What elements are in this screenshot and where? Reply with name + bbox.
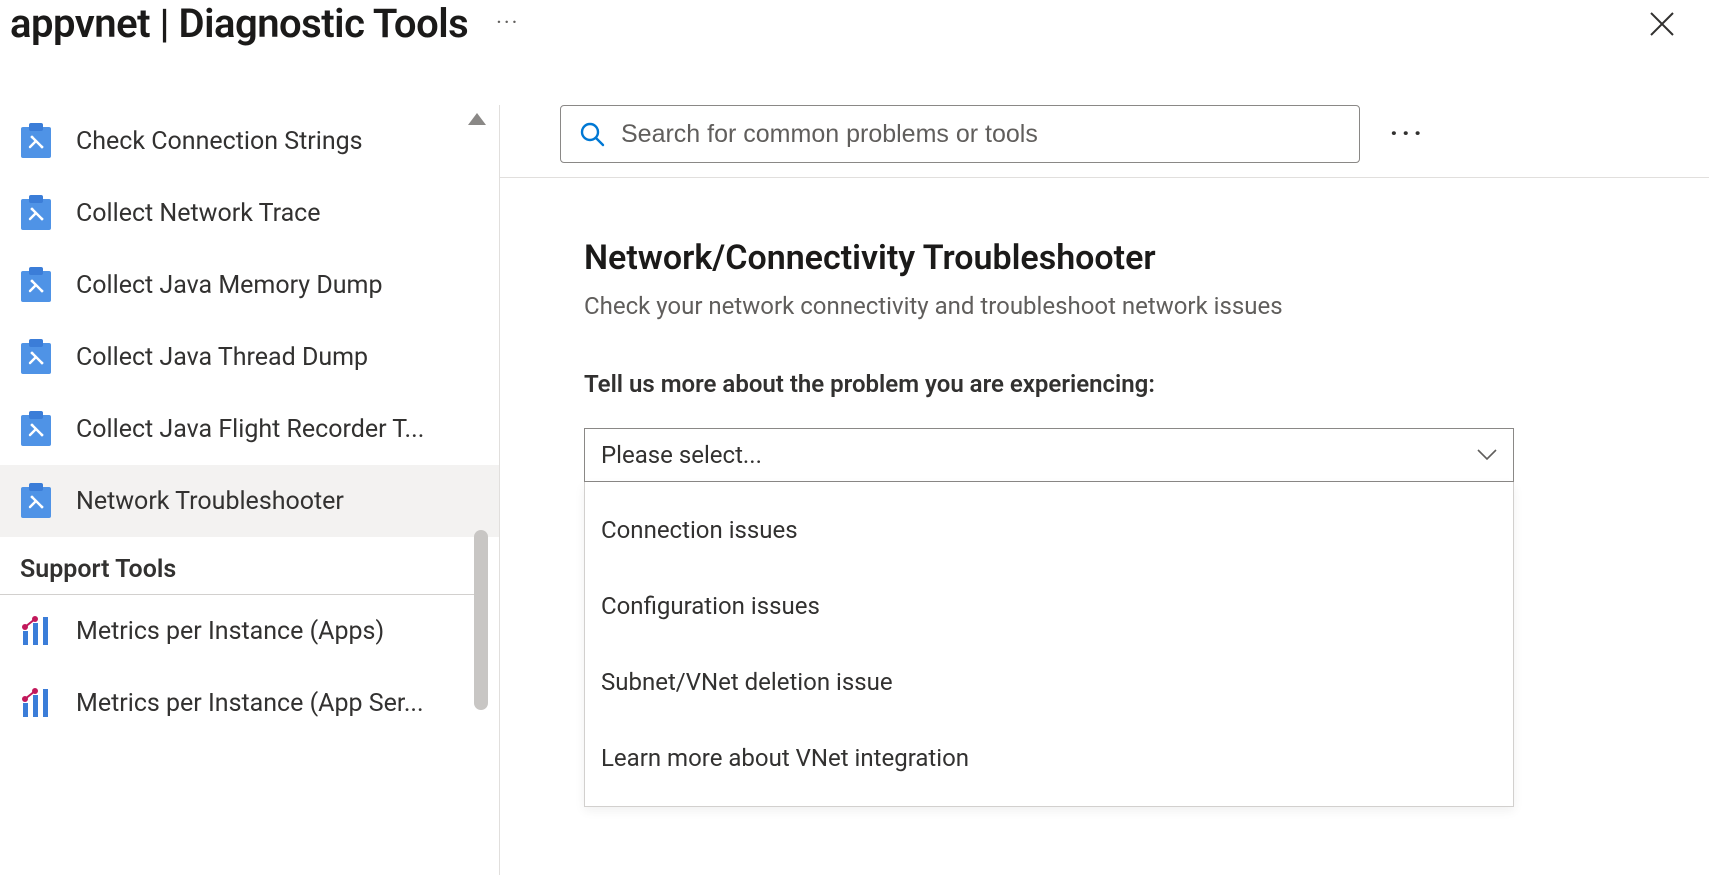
tool-icon bbox=[20, 195, 52, 231]
sidebar-item-label: Collect Network Trace bbox=[76, 199, 321, 228]
tool-icon bbox=[20, 123, 52, 159]
content-subtitle: Check your network connectivity and trou… bbox=[584, 292, 1659, 320]
dropdown-placeholder: Please select... bbox=[601, 441, 762, 469]
main-more-button[interactable]: ··· bbox=[1390, 119, 1426, 149]
tool-icon bbox=[20, 267, 52, 303]
content-title: Network/Connectivity Troubleshooter bbox=[584, 238, 1659, 278]
main-panel: ··· Network/Connectivity Troubleshooter … bbox=[500, 65, 1709, 875]
close-button[interactable] bbox=[1645, 7, 1679, 41]
tool-icon bbox=[20, 339, 52, 375]
sidebar-item-label: Collect Java Thread Dump bbox=[76, 343, 368, 372]
search-icon bbox=[579, 121, 605, 147]
chevron-down-icon bbox=[1477, 449, 1497, 461]
dropdown-list: Connection issues Configuration issues S… bbox=[584, 482, 1514, 807]
chart-icon bbox=[20, 685, 52, 721]
sidebar-item-collect-network-trace[interactable]: Collect Network Trace bbox=[0, 177, 500, 249]
tool-icon bbox=[20, 483, 52, 519]
dropdown-option-subnet-vnet-deletion[interactable]: Subnet/VNet deletion issue bbox=[585, 644, 1513, 720]
scrollbar-thumb[interactable] bbox=[474, 530, 488, 710]
sidebar: Check Connection Strings Collect Network… bbox=[0, 65, 500, 875]
chart-icon bbox=[20, 613, 52, 649]
scroll-up-button[interactable] bbox=[468, 113, 486, 125]
dropdown-option-configuration-issues[interactable]: Configuration issues bbox=[585, 568, 1513, 644]
sidebar-item-label: Network Troubleshooter bbox=[76, 487, 344, 516]
close-icon bbox=[1649, 11, 1675, 37]
sidebar-item-collect-java-flight-recorder[interactable]: Collect Java Flight Recorder T... bbox=[0, 393, 500, 465]
content-prompt: Tell us more about the problem you are e… bbox=[584, 370, 1659, 398]
scrollbar-track[interactable] bbox=[474, 135, 488, 875]
tool-icon bbox=[20, 411, 52, 447]
search-box[interactable] bbox=[560, 105, 1360, 163]
sidebar-item-check-connection-strings[interactable]: Check Connection Strings bbox=[0, 105, 500, 177]
dropdown-option-connection-issues[interactable]: Connection issues bbox=[585, 492, 1513, 568]
page-title: appvnet | Diagnostic Tools bbox=[10, 0, 468, 47]
header-more-button[interactable]: ··· bbox=[496, 11, 519, 36]
sidebar-item-collect-java-thread-dump[interactable]: Collect Java Thread Dump bbox=[0, 321, 500, 393]
problem-dropdown: Please select... Connection issues Confi… bbox=[584, 428, 1514, 807]
sidebar-item-label: Collect Java Flight Recorder T... bbox=[76, 415, 424, 444]
sidebar-item-metrics-per-instance-app-service[interactable]: Metrics per Instance (App Ser... bbox=[0, 667, 500, 739]
dropdown-trigger[interactable]: Please select... bbox=[584, 428, 1514, 482]
sidebar-item-network-troubleshooter[interactable]: Network Troubleshooter bbox=[0, 465, 500, 537]
sidebar-item-label: Collect Java Memory Dump bbox=[76, 271, 382, 300]
sidebar-item-collect-java-memory-dump[interactable]: Collect Java Memory Dump bbox=[0, 249, 500, 321]
sidebar-item-label: Check Connection Strings bbox=[76, 127, 363, 156]
dropdown-option-learn-more-vnet[interactable]: Learn more about VNet integration bbox=[585, 720, 1513, 796]
sidebar-item-metrics-per-instance-apps[interactable]: Metrics per Instance (Apps) bbox=[0, 595, 500, 667]
page-header: appvnet | Diagnostic Tools ··· bbox=[0, 0, 1709, 65]
sidebar-group-header: Support Tools bbox=[0, 537, 474, 595]
sidebar-item-label: Metrics per Instance (Apps) bbox=[76, 617, 384, 646]
search-input[interactable] bbox=[621, 120, 1341, 149]
sidebar-item-label: Metrics per Instance (App Ser... bbox=[76, 689, 424, 718]
